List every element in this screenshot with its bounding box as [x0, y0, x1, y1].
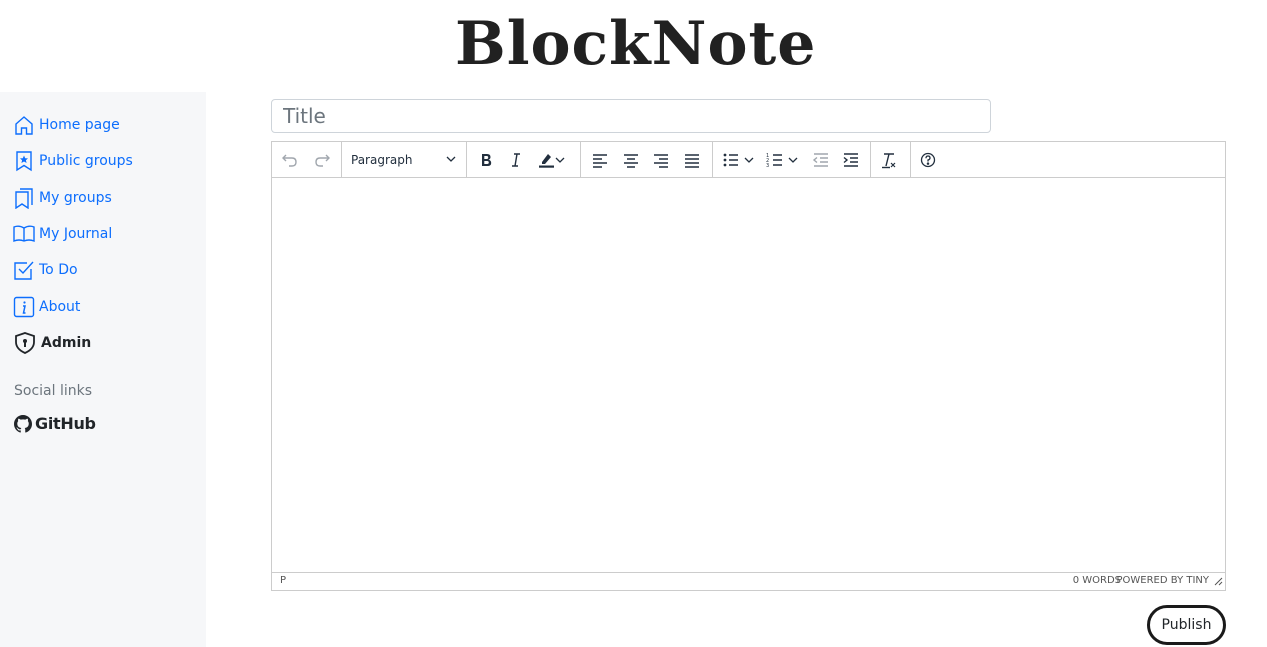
sidebar-item-label: My groups: [39, 190, 112, 206]
bookmarks-icon: [13, 187, 35, 209]
align-right-icon: [652, 151, 670, 169]
resize-handle-icon[interactable]: [1213, 576, 1223, 589]
clear-formatting-icon: [880, 151, 898, 169]
clear-format-group: [870, 142, 911, 177]
social-links-heading: Social links: [14, 383, 93, 399]
help-button[interactable]: [916, 148, 940, 172]
numbered-list-icon: 123: [766, 151, 784, 169]
outdent-icon: [812, 151, 830, 169]
editor-content-area[interactable]: [272, 178, 1225, 573]
editor-toolbar: Paragraph 1 2 3: [272, 142, 1225, 178]
bold-icon: [477, 151, 495, 169]
rich-text-editor: Paragraph 1 2 3 P 0 WORDS POWERED BY TIN…: [271, 141, 1226, 591]
undo-icon: [281, 151, 299, 169]
sidebar-item-label: About: [39, 299, 81, 315]
bullet-list-icon: [722, 151, 740, 169]
powered-by-tiny-link[interactable]: Powered by Tiny: [1117, 575, 1210, 586]
sidebar-item-public-groups[interactable]: Public groups: [13, 148, 133, 174]
align-center-icon: [622, 151, 640, 169]
block-format-select[interactable]: Paragraph: [347, 148, 459, 172]
numbered-list-button[interactable]: 123: [763, 148, 787, 172]
bullet-list-button[interactable]: [719, 148, 743, 172]
redo-button[interactable]: [310, 148, 334, 172]
align-left-icon: [591, 151, 609, 169]
chevron-down-icon: [787, 154, 799, 166]
list-group: 123: [712, 142, 871, 177]
editor-statusbar: P 0 words Powered by Tiny: [272, 572, 1225, 590]
help-icon: [919, 151, 937, 169]
italic-button[interactable]: [504, 148, 528, 172]
format-group: [466, 142, 581, 177]
book-open-icon: [13, 223, 35, 245]
outdent-button[interactable]: [809, 148, 833, 172]
chevron-down-icon: [445, 153, 457, 168]
italic-icon: [507, 151, 525, 169]
sidebar-item-about[interactable]: About: [13, 294, 80, 320]
word-count[interactable]: 0 words: [1073, 575, 1121, 586]
info-square-icon: [13, 296, 35, 318]
sidebar-item-home-page[interactable]: Home page: [13, 112, 120, 138]
indent-button[interactable]: [839, 148, 863, 172]
shield-lock-icon: [13, 331, 37, 355]
bullet-list-dropdown[interactable]: [741, 148, 757, 172]
alignment-group: [580, 142, 713, 177]
indent-icon: [842, 151, 860, 169]
sidebar: Home page Public groups My groups My Jou…: [0, 92, 206, 647]
home-icon: [13, 114, 35, 136]
clear-formatting-button[interactable]: [877, 148, 901, 172]
undo-button[interactable]: [278, 148, 302, 172]
bold-button[interactable]: [474, 148, 498, 172]
sidebar-item-label: Home page: [39, 117, 120, 133]
sidebar-item-label: Admin: [41, 335, 92, 351]
numbered-list-dropdown[interactable]: [785, 148, 801, 172]
sidebar-item-label: To Do: [39, 262, 78, 278]
sidebar-item-my-groups[interactable]: My groups: [13, 185, 112, 211]
github-link[interactable]: GitHub: [14, 414, 96, 433]
bookmark-star-icon: [13, 150, 35, 172]
sidebar-item-to-do[interactable]: To Do: [13, 257, 78, 283]
align-right-button[interactable]: [649, 148, 673, 172]
sidebar-item-my-journal[interactable]: My Journal: [13, 221, 112, 247]
element-path[interactable]: P: [280, 575, 286, 586]
align-justify-icon: [683, 151, 701, 169]
align-justify-button[interactable]: [680, 148, 704, 172]
sidebar-item-admin[interactable]: Admin: [13, 330, 91, 356]
history-group: [272, 142, 342, 177]
align-center-button[interactable]: [619, 148, 643, 172]
align-left-button[interactable]: [588, 148, 612, 172]
redo-icon: [313, 151, 331, 169]
sidebar-item-label: Public groups: [39, 153, 133, 169]
check-square-icon: [13, 259, 35, 281]
svg-text:3: 3: [766, 163, 769, 169]
highlight-color-dropdown[interactable]: [552, 148, 568, 172]
blocknote-logo: BlockNote: [455, 9, 817, 79]
block-format-group: Paragraph: [341, 142, 467, 177]
block-format-value: Paragraph: [351, 153, 413, 167]
chevron-down-icon: [743, 154, 755, 166]
publish-button[interactable]: Publish: [1147, 605, 1226, 645]
chevron-down-icon: [554, 154, 566, 166]
github-icon: [14, 414, 32, 433]
github-label: GitHub: [35, 414, 96, 433]
sidebar-item-label: My Journal: [39, 226, 113, 242]
title-input[interactable]: [271, 99, 991, 133]
